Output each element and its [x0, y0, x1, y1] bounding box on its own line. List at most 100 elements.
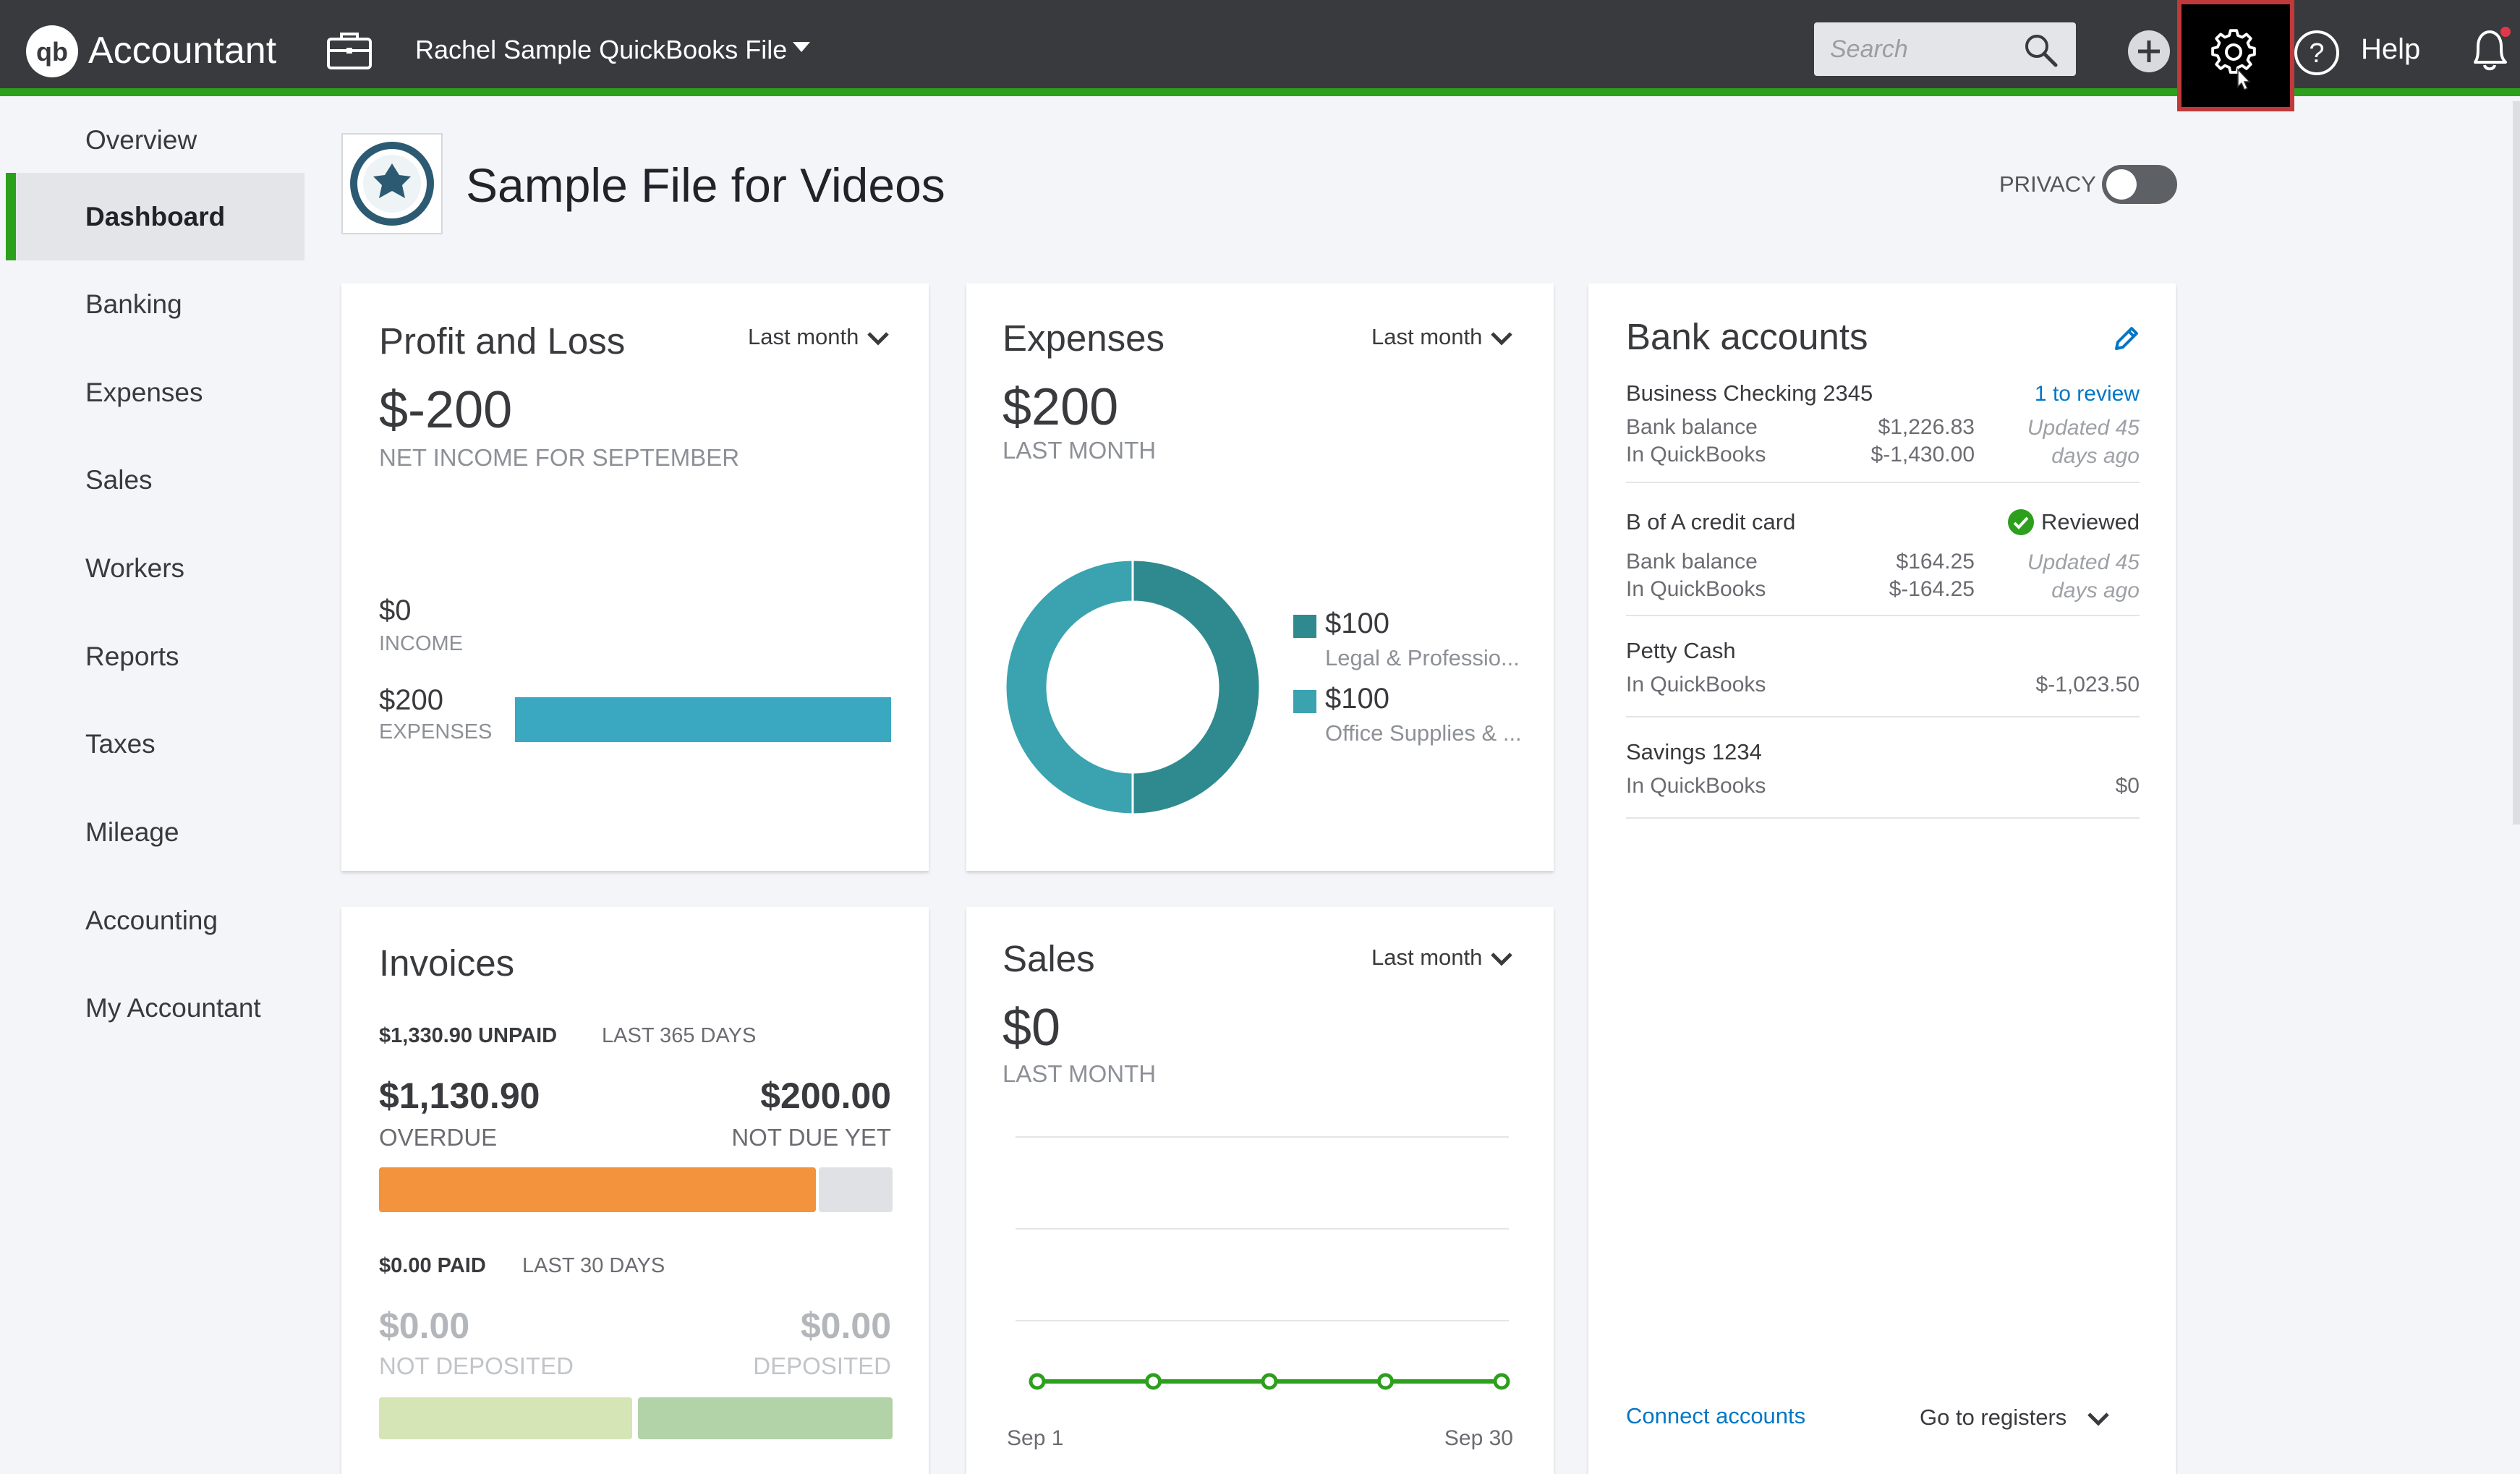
sales-period-dropdown[interactable]: Last month	[1371, 945, 1514, 971]
profit-loss-period-dropdown[interactable]: Last month	[748, 324, 890, 350]
plus-icon[interactable]	[2127, 29, 2171, 77]
bank-account-name[interactable]: Petty Cash	[1626, 638, 1736, 664]
go-to-registers-label: Go to registers	[1920, 1405, 2067, 1430]
chevron-down-icon	[2087, 1413, 2109, 1426]
bank-balance-label: Bank balance	[1626, 415, 1758, 439]
connect-accounts-link[interactable]: Connect accounts	[1626, 1403, 1805, 1429]
nav-item-mileage[interactable]: Mileage	[6, 788, 305, 876]
page-title: Sample File for Videos	[466, 158, 945, 212]
invoices-card: Invoices $1,330.90 UNPAID LAST 365 DAYS …	[341, 907, 929, 1474]
settings-button[interactable]	[2177, 0, 2294, 111]
qb-logo-icon[interactable]: qb	[26, 25, 78, 77]
sales-line-chart[interactable]	[1003, 1124, 1523, 1399]
sales-amount: $0	[1003, 999, 1061, 1057]
svg-text:?: ?	[2309, 38, 2324, 69]
sales-data-point[interactable]	[1377, 1373, 1394, 1390]
quickbooks-balance-value: $-1,430.00	[1870, 443, 1975, 467]
sales-title: Sales	[1003, 938, 1095, 979]
not-due-amount: $200.00	[760, 1075, 891, 1116]
nav-item-my-accountant[interactable]: My Accountant	[6, 964, 305, 1052]
nav-item-dashboard[interactable]: Dashboard	[6, 173, 305, 260]
paid-range: LAST 30 DAYS	[522, 1254, 665, 1277]
sales-data-point[interactable]	[1029, 1373, 1046, 1390]
nav-item-overview[interactable]: Overview	[6, 96, 305, 184]
quickbooks-balance-value: $-164.25	[1889, 577, 1975, 601]
chevron-down-icon	[1491, 332, 1513, 346]
donut-slice[interactable]	[1131, 558, 1261, 816]
company-file-name[interactable]: Rachel Sample QuickBooks File	[415, 35, 787, 65]
nav-item-workers[interactable]: Workers	[6, 524, 305, 612]
unpaid-range: LAST 365 DAYS	[602, 1024, 757, 1047]
caret-down-icon[interactable]	[791, 41, 812, 57]
updated-text: Updated 45 days ago	[2027, 550, 2140, 602]
x-axis-end-label: Sep 30	[1444, 1426, 1513, 1450]
quickbooks-balance-value: $0	[2115, 774, 2140, 798]
bell-icon[interactable]	[2465, 25, 2514, 80]
quickbooks-balance-label: In QuickBooks	[1626, 673, 1766, 696]
bank-accounts-title: Bank accounts	[1626, 316, 1868, 357]
x-axis-start-label: Sep 1	[1007, 1426, 1064, 1450]
expenses-bar[interactable]	[515, 697, 891, 742]
help-icon[interactable]: ?	[2293, 29, 2341, 80]
scrollbar[interactable]	[2513, 101, 2520, 825]
bank-account-name[interactable]: B of A credit card	[1626, 509, 1795, 535]
pencil-icon[interactable]	[2111, 323, 2142, 354]
divider	[1626, 615, 2140, 616]
donut-slice[interactable]	[1004, 558, 1134, 816]
nav-item-banking[interactable]: Banking	[6, 260, 305, 348]
nav-item-taxes[interactable]: Taxes	[6, 700, 305, 788]
expenses-donut-chart[interactable]	[1003, 557, 1263, 817]
unpaid-amount: $1,330.90 UNPAID	[379, 1024, 558, 1047]
bank-account-name[interactable]: Savings 1234	[1626, 739, 1762, 765]
expenses-value: $200	[379, 684, 443, 716]
go-to-registers-dropdown[interactable]: Go to registers	[1920, 1405, 2111, 1431]
chevron-down-icon	[867, 332, 890, 346]
not-deposited-bar-segment[interactable]	[379, 1397, 632, 1439]
paid-amount: $0.00 PAID	[379, 1254, 486, 1277]
not-deposited-label: NOT DEPOSITED	[379, 1352, 574, 1379]
privacy-toggle[interactable]	[2102, 165, 2177, 204]
to-review-link[interactable]: 1 to review	[2035, 382, 2140, 406]
deposited-label: DEPOSITED	[753, 1352, 891, 1379]
search-icon[interactable]	[2022, 32, 2060, 73]
bank-account-name[interactable]: Business Checking 2345	[1626, 380, 1873, 406]
reviewed-status: Reviewed	[2041, 509, 2140, 534]
net-income-label: NET INCOME FOR SEPTEMBER	[379, 444, 740, 471]
legend-name[interactable]: Legal & Professio...	[1325, 645, 1520, 671]
overdue-bar-segment[interactable]	[379, 1167, 816, 1212]
help-label[interactable]: Help	[2361, 33, 2420, 66]
expenses-period-dropdown[interactable]: Last month	[1371, 324, 1514, 350]
nav-item-expenses[interactable]: Expenses	[6, 349, 305, 436]
briefcase-icon[interactable]	[325, 29, 373, 76]
deposited-bar-segment[interactable]	[638, 1397, 893, 1439]
sales-data-point[interactable]	[1261, 1373, 1278, 1390]
left-navigation: Overview Dashboard Banking Expenses Sale…	[0, 96, 305, 1474]
brand-name: Accountant	[88, 30, 277, 72]
legend-swatch	[1293, 690, 1316, 713]
period-label: Last month	[1371, 324, 1483, 349]
expenses-amount: $200	[1003, 378, 1119, 436]
top-bar: qb Accountant Rachel Sample QuickBooks F…	[0, 0, 2520, 111]
sales-data-point[interactable]	[1145, 1373, 1162, 1390]
nav-item-accounting[interactable]: Accounting	[6, 877, 305, 964]
legend-name[interactable]: Office Supplies & ...	[1325, 720, 1522, 746]
quickbooks-balance-label: In QuickBooks	[1626, 774, 1766, 798]
sales-data-point[interactable]	[1493, 1373, 1510, 1390]
profit-loss-title: Profit and Loss	[379, 320, 626, 362]
quickbooks-balance-label: In QuickBooks	[1626, 443, 1766, 467]
nav-item-reports[interactable]: Reports	[6, 613, 305, 700]
bank-accounts-card: Bank accounts Business Checking 2345 1 t…	[1588, 284, 2176, 1474]
sales-card: Sales Last month $0 LAST MONTH Sep 1 Sep…	[966, 907, 1554, 1474]
expenses-card: Expenses Last month $200 LAST MONTH $100…	[966, 284, 1554, 871]
updated-text: Updated 45 days ago	[2027, 416, 2140, 468]
nav-item-sales[interactable]: Sales	[6, 436, 305, 524]
expenses-title: Expenses	[1003, 318, 1165, 359]
overdue-amount: $1,130.90	[379, 1075, 540, 1116]
divider	[1626, 716, 2140, 717]
period-label: Last month	[748, 324, 859, 349]
not-due-bar-segment[interactable]	[819, 1167, 893, 1212]
not-due-label: NOT DUE YET	[731, 1124, 891, 1151]
period-label: Last month	[1371, 945, 1483, 970]
bank-balance-label: Bank balance	[1626, 550, 1758, 574]
legend-value: $100	[1325, 608, 1389, 639]
